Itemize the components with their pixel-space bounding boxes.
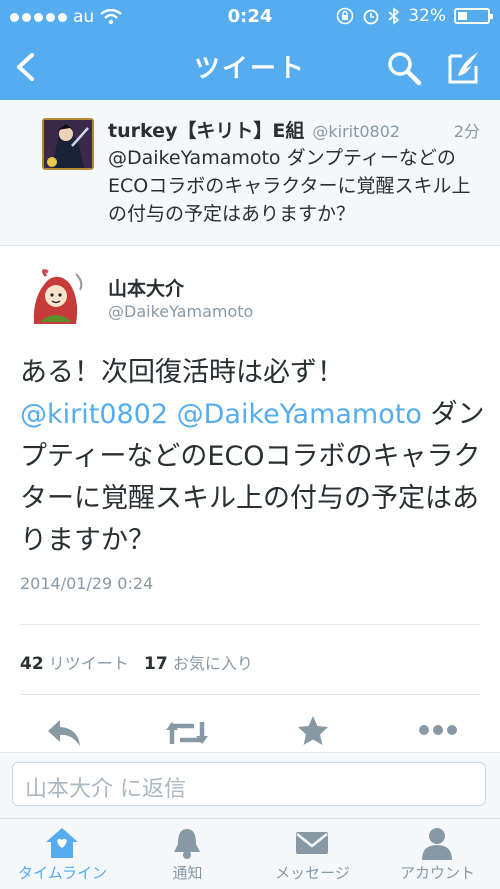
mention-link[interactable]: @kirit0802 (20, 399, 168, 430)
battery-percent: 32% (408, 6, 446, 26)
battery-icon (454, 8, 493, 24)
parent-author: turkey【キリト】E組 @kirit0802 (108, 116, 400, 143)
page-title: ツイート (193, 54, 306, 84)
tweet-date: 2014/01/29 0:24 (20, 574, 154, 593)
envelope-icon (296, 832, 328, 854)
parent-timestamp: 2分 (453, 122, 480, 141)
retweet-count: 42 (20, 654, 44, 674)
home-icon (46, 828, 78, 858)
tab-messages[interactable]: メッセージ (250, 818, 375, 888)
rotation-lock-icon (336, 7, 354, 25)
parent-avatar[interactable] (42, 118, 94, 170)
tweet-actions (0, 712, 500, 752)
main-avatar[interactable] (26, 266, 88, 328)
main-tweet-text: ある！次回復活時は必ず！ @kirit0802 @DaikeYamamoto ダン… (20, 352, 490, 562)
favorite-star-icon[interactable] (296, 714, 330, 748)
tab-label: アカウント (399, 864, 475, 882)
alarm-icon (363, 9, 379, 25)
tab-label: 通知 (172, 864, 203, 882)
bluetooth-icon (388, 7, 400, 25)
tab-notifications[interactable]: 通知 (125, 818, 250, 888)
bell-icon (174, 829, 200, 859)
tweet-text-intro: ある！次回復活時は必ず！ (20, 357, 344, 388)
parent-handle: @kirit0802 (312, 122, 401, 141)
tab-timeline[interactable]: タイムライン (0, 818, 125, 888)
favorite-label[interactable]: お気に入り (173, 654, 253, 673)
tab-label: タイムライン (18, 864, 107, 882)
parent-tweet-text: @DaikeYamamoto ダンプティーなどのECOコラボのキャラクターに覚醒… (108, 147, 471, 225)
more-options-icon[interactable] (418, 724, 458, 736)
status-bar: au 0:24 32% (0, 0, 500, 34)
retweet-label[interactable]: リツイート (49, 654, 129, 673)
mention-link[interactable]: @DaikeYamamoto (177, 399, 422, 430)
search-icon[interactable] (386, 50, 422, 86)
divider (20, 694, 480, 695)
favorite-count: 17 (144, 654, 168, 674)
parent-display-name: turkey【キリト】E組 (108, 120, 305, 142)
compose-icon[interactable] (446, 48, 482, 86)
tweet-stats: 42 リツイート 17 お気に入り (20, 650, 253, 674)
main-handle: @DaikeYamamoto (108, 302, 254, 321)
main-display-name: 山本大介 (108, 278, 185, 300)
status-right: 32% (336, 6, 493, 26)
nav-bar: ツイート (0, 34, 500, 100)
retweet-icon[interactable] (164, 718, 210, 748)
tab-label: メッセージ (275, 864, 350, 882)
person-icon (422, 828, 452, 860)
reply-input[interactable]: 山本大介 に返信 (12, 762, 486, 806)
tab-account[interactable]: アカウント (375, 818, 500, 888)
divider (20, 624, 480, 625)
reply-icon[interactable] (46, 718, 82, 748)
